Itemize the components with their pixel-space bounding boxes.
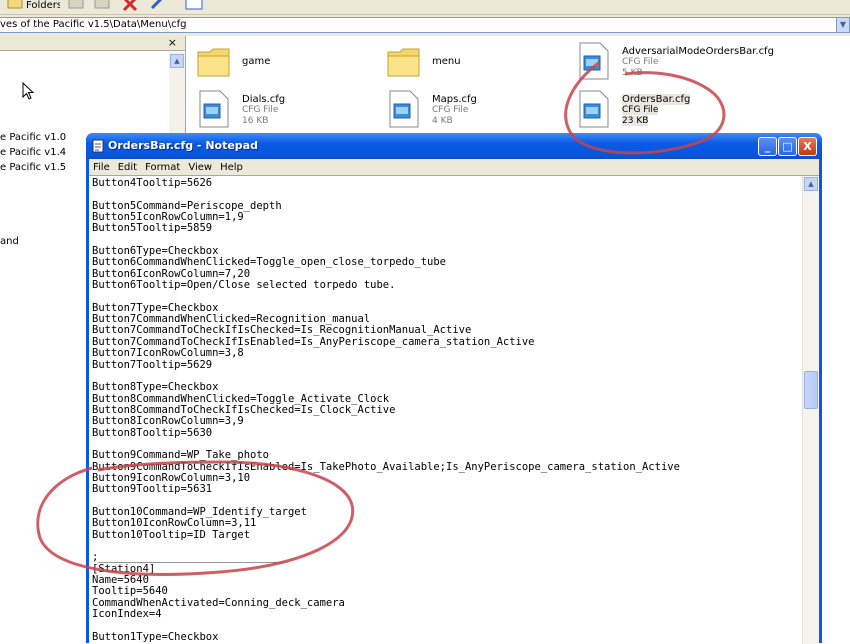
file-type: CFG File [432,105,469,115]
close-pane-icon[interactable]: × [168,36,177,50]
file-name: Maps.cfg [432,94,477,105]
notepad-icon [92,139,104,153]
explorer-toolbar: Folders [0,0,850,15]
file-size: 16 KB [242,116,269,126]
cfg-file-icon [389,90,419,128]
notepad-text-area[interactable]: Button4Tooltip=5626 Button5Command=Peris… [89,175,819,644]
folders-label: Folders [26,0,60,11]
scroll-up-icon[interactable]: ▲ [170,54,184,68]
mouse-cursor-icon [22,82,35,100]
file-name: AdversarialModeOrdersBar.cfg [622,46,774,57]
menu-format[interactable]: Format [141,159,184,174]
file-type: CFG File [242,105,279,115]
menu-file[interactable]: File [89,159,114,174]
undo-icon[interactable] [148,0,168,12]
close-button[interactable]: X [798,137,817,156]
file-size: 5 KB [622,68,643,78]
notepad-content[interactable]: Button4Tooltip=5626 Button5Command=Peris… [92,177,680,643]
file-type: CFG File [622,57,659,67]
address-input[interactable]: ves of the Pacific v1.5\Data\Menu\cfg [0,17,838,33]
file-name: menu [432,56,461,67]
notepad-vertical-scrollbar[interactable]: ▲ [802,176,819,644]
file-type: CFG File [622,105,659,115]
file-size: 23 KB [622,116,649,126]
file-name: game [242,56,271,67]
menu-help[interactable]: Help [216,159,247,174]
maximize-button[interactable]: □ [778,137,797,156]
move-to-icon[interactable] [66,0,86,12]
notepad-menubar: File Edit Format View Help [89,159,819,175]
folders-pane-header: × [0,36,185,51]
tree-item[interactable]: e Pacific v1.5 [0,162,66,173]
menu-view[interactable]: View [184,159,216,174]
copy-to-icon[interactable] [92,0,112,12]
address-bar: ves of the Pacific v1.5\Data\Menu\cfg ▼ [0,15,850,37]
folder-icon [387,48,420,77]
notepad-title: OrdersBar.cfg - Notepad [108,139,258,152]
folder-icon [197,48,230,77]
notepad-titlebar[interactable]: OrdersBar.cfg - Notepad _ □ X [86,133,822,159]
file-size: 4 KB [432,116,453,126]
tree-item[interactable]: and [0,236,19,247]
notepad-window: OrdersBar.cfg - Notepad _ □ X File Edit Fo… [86,133,822,644]
minimize-button[interactable]: _ [758,137,777,156]
scroll-up-icon[interactable]: ▲ [804,177,818,191]
delete-icon[interactable] [120,0,140,12]
address-dropdown-icon[interactable]: ▼ [836,17,850,33]
folders-button[interactable]: Folders [6,0,60,12]
scrollbar-thumb[interactable] [804,371,818,409]
cfg-file-icon [579,42,609,80]
cfg-file-icon [579,90,609,128]
tree-item[interactable]: e Pacific v1.0 [0,132,66,143]
views-icon[interactable] [184,0,206,12]
file-name: OrdersBar.cfg [622,94,691,105]
file-name: Dials.cfg [242,94,286,105]
cfg-file-icon [199,90,229,128]
file-list: game menu AdversarialModeOrdersBar.cfg C… [186,36,850,136]
menu-edit[interactable]: Edit [114,159,141,174]
tree-item[interactable]: e Pacific v1.4 [0,147,66,158]
